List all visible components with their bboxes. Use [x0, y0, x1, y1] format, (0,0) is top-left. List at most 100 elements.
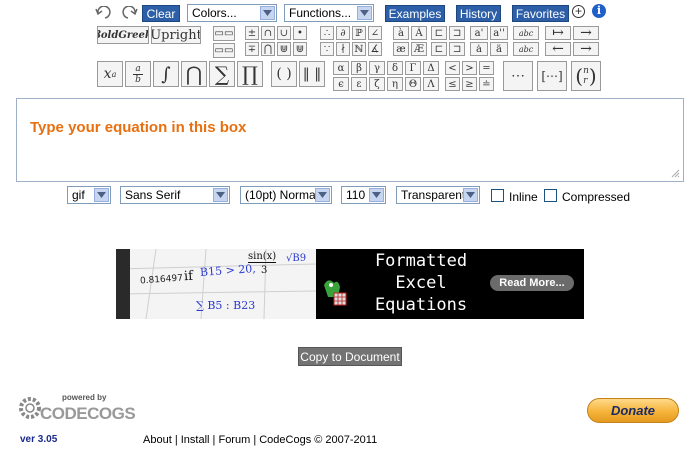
integral-button[interactable]: ∫	[153, 61, 179, 87]
add-favorite-icon[interactable]: +	[572, 5, 585, 18]
colors-select[interactable]: Colors...	[187, 4, 277, 22]
greek-letter[interactable]: η	[387, 77, 403, 91]
codecogs-logo[interactable]: powered by CODECOGS	[18, 390, 136, 426]
compressed-checkbox[interactable]	[544, 189, 557, 202]
logic-symbol[interactable]: ∡	[368, 42, 382, 56]
operator-symbol[interactable]: •	[293, 26, 307, 40]
underbrace-icon[interactable]: abc	[513, 42, 539, 56]
relation-symbol[interactable]: ≐	[479, 77, 494, 91]
prime-symbol[interactable]: a'	[470, 26, 488, 40]
superscript-exp: a	[111, 69, 117, 79]
bigcap-button[interactable]: ⋂	[181, 61, 207, 87]
operator-symbol[interactable]: ∩	[261, 26, 275, 40]
bold-greek-button[interactable]: βoldGreek	[97, 26, 149, 44]
greek-letter[interactable]: ζ	[369, 77, 385, 91]
forum-link[interactable]: Forum	[218, 434, 250, 446]
logic-symbol[interactable]: ∤	[336, 42, 350, 56]
logic-symbol[interactable]: ℙ	[352, 26, 366, 40]
excel-equations-banner[interactable]: 0.816497 if B15 > 20, sin(x) 3 √B9 ∑ B5 …	[116, 249, 584, 319]
functions-select[interactable]: Functions...	[284, 4, 374, 22]
equation-editor[interactable]: Type your equation in this box	[16, 98, 684, 182]
copy-to-document-button[interactable]: Copy to Document	[298, 347, 402, 366]
greek-letter[interactable]: ε	[351, 77, 367, 91]
operator-symbol[interactable]: ⋂	[261, 42, 275, 56]
favorites-button[interactable]: Favorites	[512, 5, 569, 22]
mapsto-arrow-icon[interactable]: ↦	[545, 26, 571, 40]
right-arrow-icon[interactable]: →	[573, 42, 599, 56]
clear-button[interactable]: Clear	[142, 5, 180, 22]
donate-button[interactable]: Donate	[587, 398, 679, 423]
fraction-button[interactable]: a b	[125, 61, 151, 87]
greek-letter[interactable]: β	[351, 61, 367, 75]
operator-symbol[interactable]: ⋓	[277, 42, 291, 56]
background-select[interactable]: Transparent	[396, 186, 480, 204]
greek-letter[interactable]: Λ	[423, 77, 439, 91]
left-arrow-icon[interactable]: ←	[545, 42, 571, 56]
history-button[interactable]: History	[456, 5, 501, 22]
upright-button[interactable]: Upright	[151, 26, 201, 44]
greek-letter[interactable]: α	[333, 61, 349, 75]
inline-checkbox[interactable]	[491, 189, 504, 202]
install-link[interactable]: Install	[181, 434, 210, 446]
relation-symbol[interactable]: >	[462, 61, 477, 75]
read-more-button[interactable]: Read More...	[490, 275, 574, 291]
greek-letter[interactable]: Γ	[405, 61, 421, 75]
superscript-button[interactable]: xa	[97, 61, 123, 87]
relation-symbol[interactable]: ≥	[462, 77, 477, 91]
dpi-select[interactable]: 110	[341, 186, 386, 204]
logic-symbol[interactable]: ℕ	[352, 42, 366, 56]
operator-symbol[interactable]: ±	[245, 26, 259, 40]
operator-symbol[interactable]: ⋓	[293, 42, 307, 56]
logic-symbol[interactable]: ∂	[336, 26, 350, 40]
redo-button[interactable]	[117, 5, 139, 21]
operator-symbol[interactable]: ∓	[245, 42, 259, 56]
copyright-text: CodeCogs © 2007-2011	[259, 434, 378, 446]
examples-button[interactable]: Examples	[385, 5, 445, 22]
greek-letter[interactable]: ϵ	[333, 77, 349, 91]
arrows-grid: ↦ → ← →	[545, 26, 599, 56]
prime-symbol[interactable]: a''	[490, 26, 508, 40]
operator-symbol[interactable]: ∪	[277, 26, 291, 40]
bracket-icon[interactable]: ⊏	[431, 42, 447, 56]
format-select[interactable]: gif	[67, 186, 111, 204]
font-select[interactable]: Sans Serif	[120, 186, 230, 204]
logic-symbol[interactable]: ∵	[320, 42, 334, 56]
relation-symbol[interactable]: <	[445, 61, 460, 75]
info-icon[interactable]: i	[592, 4, 606, 18]
undo-button[interactable]	[94, 5, 116, 21]
right-arrow-icon[interactable]: →	[573, 26, 599, 40]
logic-symbol[interactable]: ∠	[368, 26, 382, 40]
product-button[interactable]: ∏	[237, 61, 263, 87]
dots-matrix-button[interactable]: ⋯	[503, 61, 533, 91]
bracket-icon[interactable]: ⊐	[449, 26, 465, 40]
bracket-icon[interactable]: ⊏	[431, 26, 447, 40]
accent-symbol[interactable]: æ	[393, 42, 409, 56]
relation-symbol[interactable]: =	[479, 61, 494, 75]
parens-button[interactable]: ( )	[271, 61, 297, 87]
logic-symbol[interactable]: ∴	[320, 26, 334, 40]
accent-symbol[interactable]: Æ	[411, 42, 427, 56]
overbrace-icon[interactable]: abc	[513, 26, 539, 40]
size-select[interactable]: (10pt) Normal	[240, 186, 332, 204]
brackets-grid: ⊏ ⊐ ⊏ ⊐	[431, 26, 465, 56]
accent-symbol[interactable]: Á	[411, 26, 427, 40]
box-layout-icon[interactable]: ▭▭	[213, 43, 235, 58]
accent-symbol[interactable]: à	[393, 26, 409, 40]
bracket-icon[interactable]: ⊐	[449, 42, 465, 56]
norm-button[interactable]: ‖ ‖	[299, 61, 325, 87]
chevron-down-icon	[463, 188, 478, 202]
greek-letter[interactable]: Θ	[405, 77, 421, 91]
resize-grip-icon[interactable]	[670, 168, 680, 178]
inline-label: Inline	[509, 190, 538, 204]
greek-letter[interactable]: γ	[369, 61, 385, 75]
box-layout-icon[interactable]: ▭▭	[213, 26, 235, 41]
prime-symbol[interactable]: ä	[490, 42, 508, 56]
relation-symbol[interactable]: ≤	[445, 77, 460, 91]
sum-button[interactable]: ∑	[209, 61, 235, 87]
greek-letter[interactable]: δ	[387, 61, 403, 75]
matrix-button[interactable]: [⋯]	[537, 61, 567, 91]
binomial-button[interactable]: ( n r )	[571, 61, 601, 91]
greek-letter[interactable]: Δ	[423, 61, 439, 75]
about-link[interactable]: About	[143, 434, 172, 446]
prime-symbol[interactable]: ȧ	[470, 42, 488, 56]
